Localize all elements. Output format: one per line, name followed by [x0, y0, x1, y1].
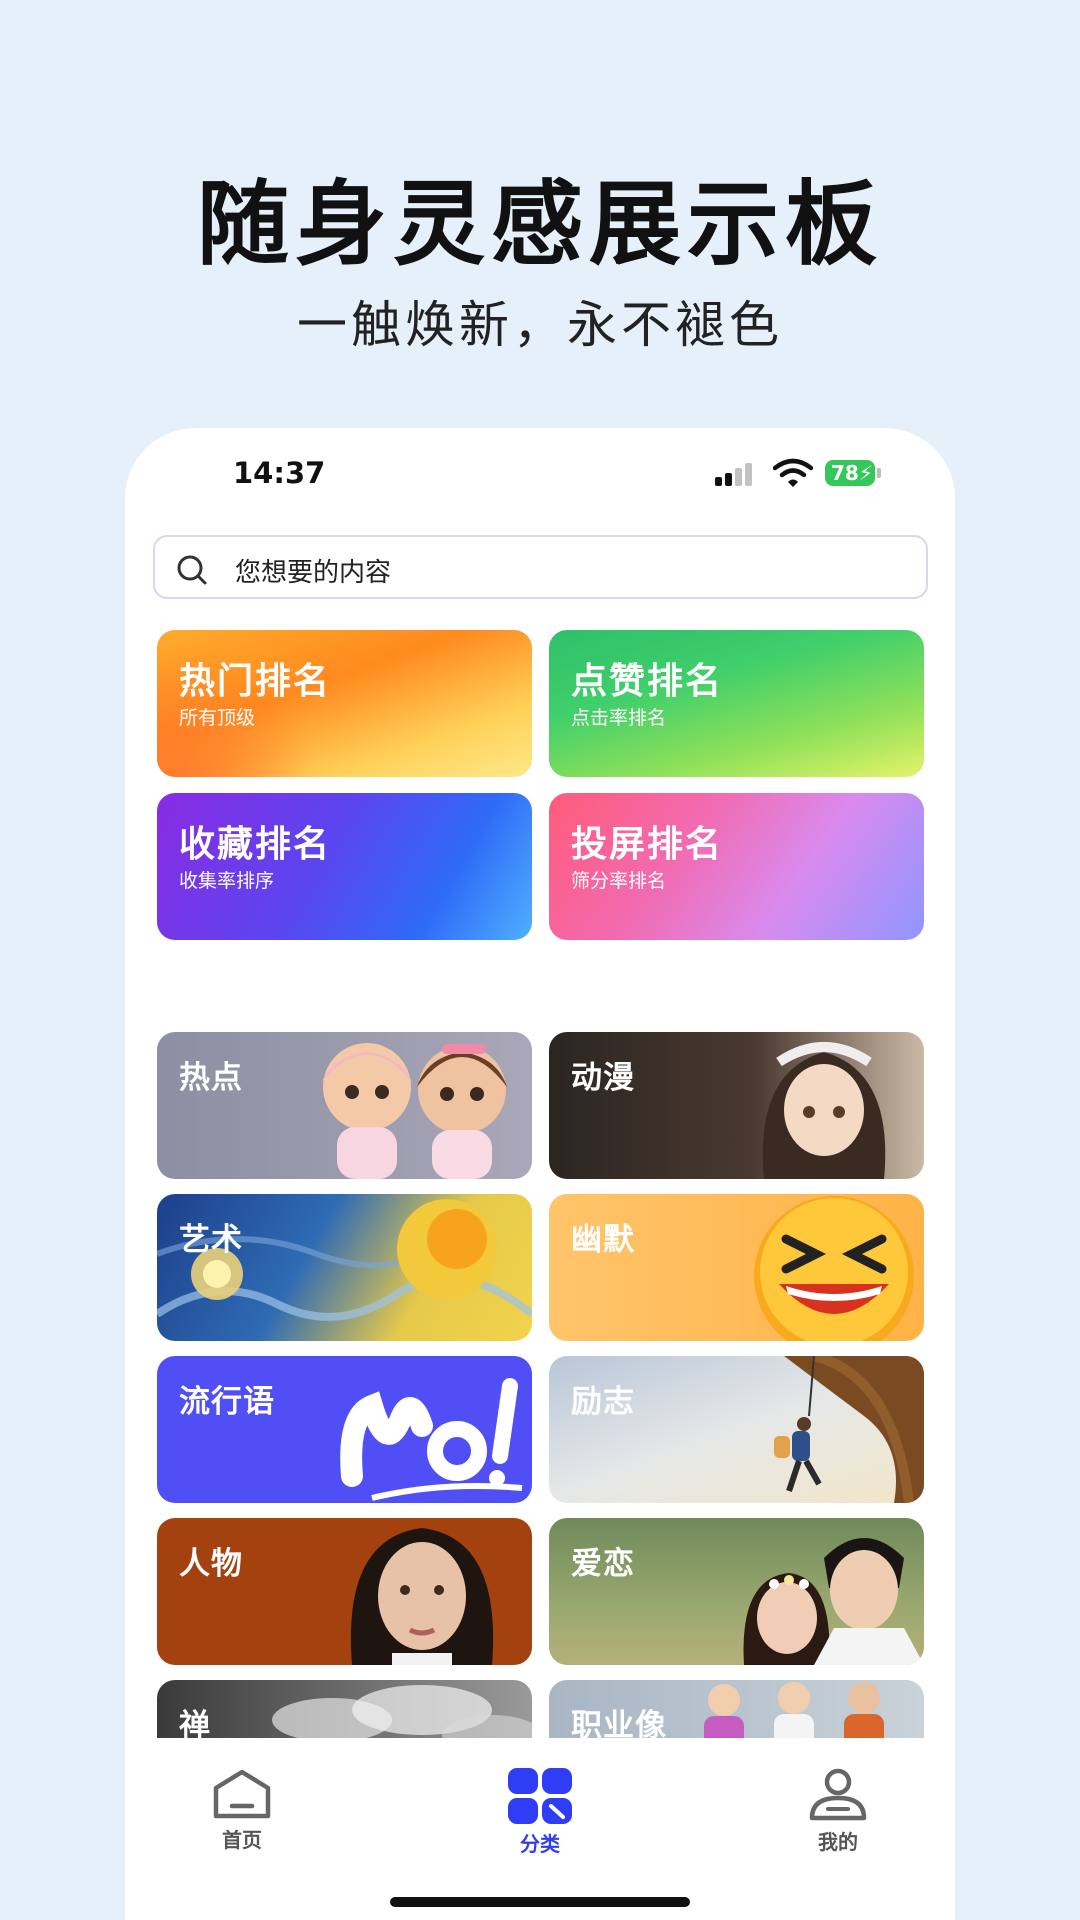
bottom-tab-bar: 首页 分类 我的: [125, 1738, 955, 1920]
rank-card-hot[interactable]: 热门排名 所有顶级: [157, 630, 532, 777]
rank-card-title: 收藏排名: [179, 824, 332, 865]
category-label: 热点: [179, 1060, 243, 1096]
search-icon: [177, 555, 207, 585]
category-label: 流行语: [179, 1384, 275, 1420]
rank-card-cast[interactable]: 投屏排名 筛分率排名: [549, 793, 924, 940]
portrait-woman-image: [350, 1528, 494, 1665]
climber-image: [774, 1356, 924, 1503]
status-bar: 14:37 78⚡: [125, 428, 955, 518]
category-grid-icon: [508, 1768, 572, 1824]
category-label: 禅: [179, 1708, 211, 1744]
rank-card-likes[interactable]: 点赞排名 点击率排名: [549, 630, 924, 777]
promo-subtitle: 一触焕新，永不褪色: [297, 296, 783, 354]
tab-category[interactable]: 分类: [480, 1768, 600, 1868]
category-label: 励志: [571, 1384, 635, 1420]
rank-card-title: 点赞排名: [571, 661, 724, 702]
cellular-signal-icon: [715, 462, 759, 486]
rank-card-title: 投屏排名: [571, 824, 724, 865]
rank-card-subtitle: 筛分率排名: [571, 870, 667, 892]
category-card-romance[interactable]: 爱恋: [549, 1518, 924, 1665]
category-card-anime[interactable]: 动漫: [549, 1032, 924, 1179]
category-card-humor[interactable]: 幽默: [549, 1194, 924, 1341]
phone-frame: 14:37 78⚡ 您想要的内容 热门排名 所有顶级 点赞排名 点击率排名 收藏…: [125, 428, 955, 1920]
rank-card-subtitle: 收集率排序: [179, 870, 275, 892]
promo-title: 随身灵感展示板: [196, 171, 883, 278]
tab-label: 我的: [818, 1830, 858, 1854]
rank-card-title: 热门排名: [179, 661, 332, 702]
category-card-art[interactable]: 艺术: [157, 1194, 532, 1341]
laughing-emoji-icon: [754, 1196, 914, 1341]
user-icon: [809, 1768, 867, 1821]
battery-indicator: 78⚡: [825, 460, 875, 486]
tab-label: 首页: [222, 1828, 262, 1852]
rank-card-favorites[interactable]: 收藏排名 收集率排序: [157, 793, 532, 940]
anime-girl-image: [762, 1042, 886, 1179]
category-card-people[interactable]: 人物: [157, 1518, 532, 1665]
status-time: 14:37: [233, 456, 326, 490]
cartoon-girls-image: [322, 1043, 507, 1179]
tab-profile[interactable]: 我的: [778, 1768, 898, 1868]
category-card-slang[interactable]: 流行语: [157, 1356, 532, 1503]
home-indicator[interactable]: [390, 1897, 690, 1907]
wifi-icon: [773, 458, 813, 487]
battery-cap: [877, 468, 881, 478]
search-input[interactable]: 您想要的内容: [235, 552, 391, 589]
category-label: 职业像: [571, 1708, 667, 1744]
tab-home[interactable]: 首页: [182, 1768, 302, 1868]
rank-card-subtitle: 所有顶级: [179, 707, 256, 729]
category-label: 爱恋: [571, 1546, 635, 1582]
couple-image: [743, 1538, 924, 1665]
rank-card-subtitle: 点击率排名: [571, 707, 667, 729]
category-label: 艺术: [179, 1222, 243, 1258]
tab-label: 分类: [520, 1832, 560, 1856]
search-bar[interactable]: 您想要的内容: [153, 535, 928, 599]
category-label: 动漫: [571, 1060, 635, 1096]
home-icon: [213, 1769, 271, 1819]
category-card-hotspot[interactable]: 热点: [157, 1032, 532, 1179]
category-card-inspiration[interactable]: 励志: [549, 1356, 924, 1503]
category-label: 幽默: [571, 1222, 635, 1258]
category-label: 人物: [179, 1546, 243, 1582]
no-lettering-image: [340, 1378, 523, 1501]
